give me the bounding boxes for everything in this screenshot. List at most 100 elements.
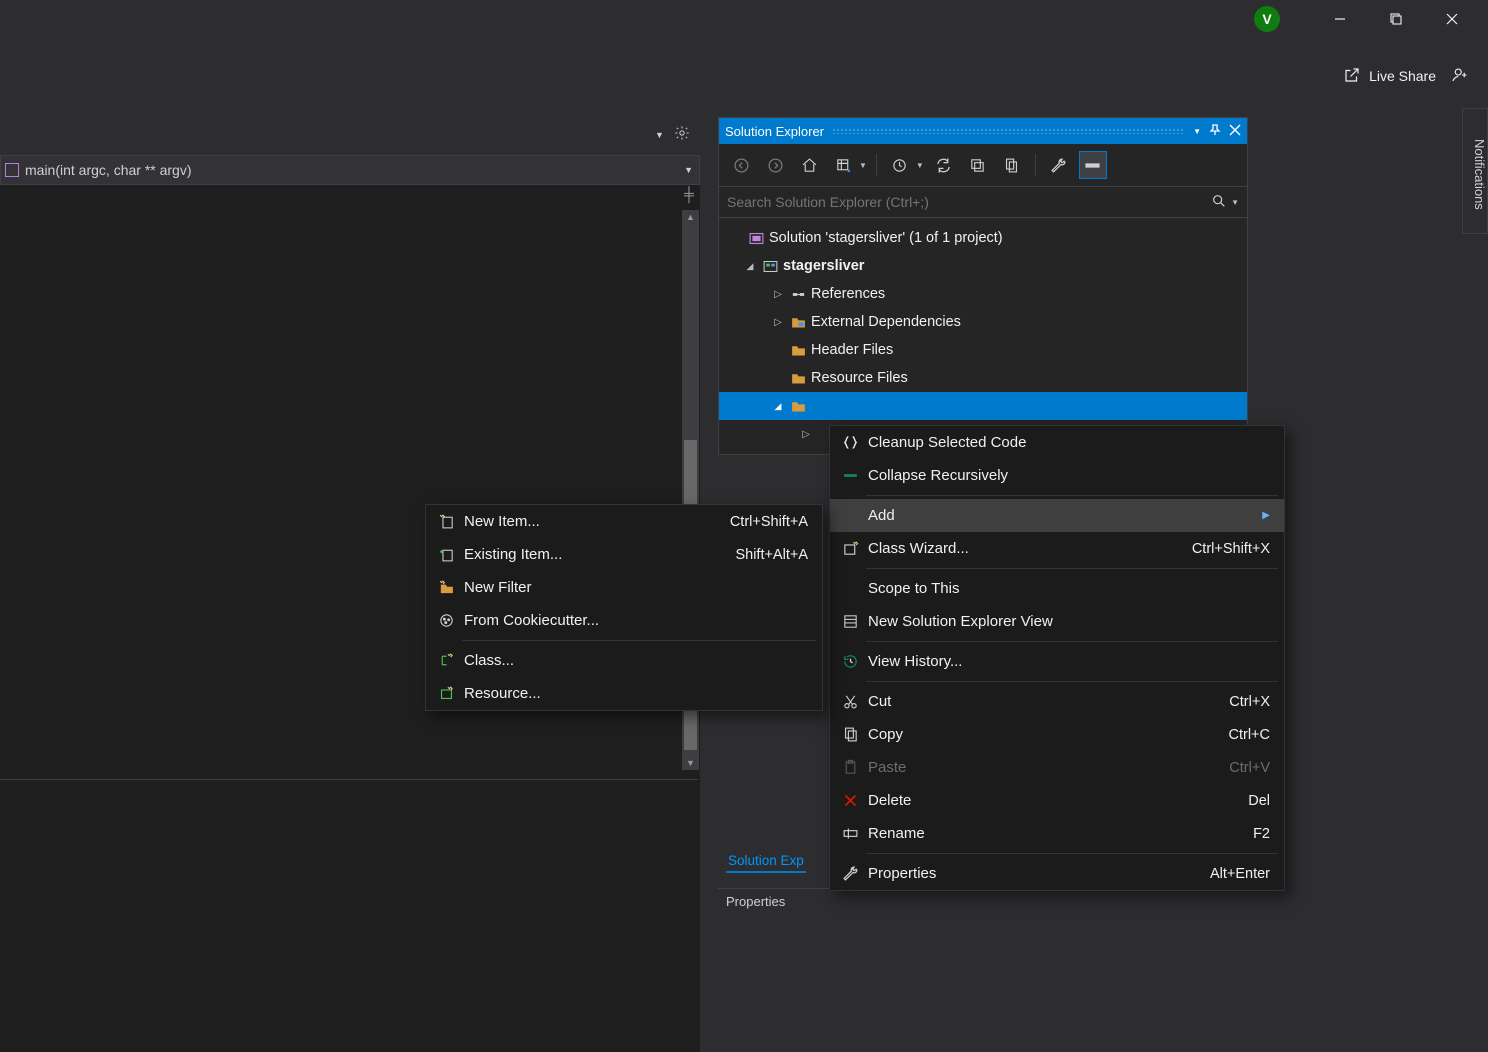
avatar[interactable]: V — [1254, 6, 1280, 32]
back-button[interactable] — [727, 151, 755, 179]
properties-button[interactable] — [1045, 151, 1073, 179]
menu-new-item[interactable]: New Item... Ctrl+Shift+A — [426, 505, 822, 538]
chevron-down-icon: ▼ — [684, 165, 693, 175]
menu-shortcut: Ctrl+X — [1229, 694, 1270, 710]
avatar-initial: V — [1262, 11, 1271, 27]
menu-shortcut: Ctrl+Shift+A — [730, 514, 808, 530]
menu-cleanup[interactable]: Cleanup Selected Code — [830, 426, 1284, 459]
gear-icon[interactable] — [674, 125, 690, 144]
folder-icon — [789, 397, 807, 415]
history-icon — [836, 653, 864, 670]
menu-label: Cut — [868, 693, 1201, 710]
home-button[interactable] — [795, 151, 823, 179]
menu-delete[interactable]: Delete Del — [830, 784, 1284, 817]
menu-copy[interactable]: Copy Ctrl+C — [830, 718, 1284, 751]
menu-label: From Cookiecutter... — [464, 612, 808, 629]
toolbar-right: Live Share — [1343, 60, 1468, 92]
submenu-arrow-icon: ▶ — [1262, 510, 1270, 521]
menu-label: Properties — [868, 865, 1182, 882]
search-input[interactable] — [727, 194, 1211, 210]
menu-classwizard[interactable]: Class Wizard... Ctrl+Shift+X — [830, 532, 1284, 565]
editor-navbar-combo[interactable]: main(int argc, char ** argv) ▼ — [0, 155, 700, 185]
menu-newview[interactable]: New Solution Explorer View — [830, 605, 1284, 638]
twisty-icon[interactable] — [771, 401, 785, 412]
preview-button[interactable] — [1079, 151, 1107, 179]
minimize-button[interactable] — [1314, 0, 1366, 38]
maximize-button[interactable] — [1370, 0, 1422, 38]
forward-button[interactable] — [761, 151, 789, 179]
feedback-icon[interactable] — [1450, 66, 1468, 87]
newview-icon — [836, 613, 864, 630]
live-share-label: Live Share — [1369, 68, 1436, 84]
tree-label: External Dependencies — [811, 314, 961, 330]
scroll-down-icon[interactable]: ▼ — [682, 758, 699, 768]
tree-source-files-selected[interactable] — [719, 392, 1247, 420]
menu-new-filter[interactable]: New Filter — [426, 571, 822, 604]
menu-cookiecutter[interactable]: From Cookiecutter... — [426, 604, 822, 637]
menu-collapse[interactable]: Collapse Recursively — [830, 459, 1284, 492]
solution-explorer-titlebar[interactable]: Solution Explorer ▼ — [719, 118, 1247, 144]
collapse-icon — [836, 467, 864, 484]
switch-views-button[interactable] — [829, 151, 857, 179]
notifications-tab[interactable]: Notifications — [1462, 108, 1488, 234]
live-share-button[interactable]: Live Share — [1343, 66, 1436, 87]
menu-paste[interactable]: Paste Ctrl+V — [830, 751, 1284, 784]
close-button[interactable] — [1426, 0, 1478, 38]
menu-existing-item[interactable]: Existing Item... Shift+Alt+A — [426, 538, 822, 571]
menu-shortcut: Shift+Alt+A — [735, 547, 808, 563]
split-icon[interactable]: ╪ — [680, 186, 698, 204]
pin-icon[interactable] — [1209, 124, 1221, 139]
cut-icon — [836, 693, 864, 710]
tree-headers[interactable]: Header Files — [719, 336, 1247, 364]
dropdown-icon[interactable]: ▼ — [916, 161, 924, 170]
tree-project[interactable]: stagersliver — [719, 252, 1247, 280]
properties-panel-title[interactable]: Properties — [718, 888, 1248, 914]
menu-shortcut: F2 — [1253, 826, 1270, 842]
grip-dots[interactable] — [832, 128, 1185, 134]
tree-label: Resource Files — [811, 370, 908, 386]
menu-class[interactable]: Class... — [426, 644, 822, 677]
toolbar-separator — [1035, 154, 1036, 176]
menu-label: Collapse Recursively — [868, 467, 1270, 484]
twisty-icon[interactable] — [799, 429, 813, 440]
menu-history[interactable]: View History... — [830, 645, 1284, 678]
folder-icon — [789, 341, 807, 359]
sync-button[interactable] — [930, 151, 958, 179]
menu-resource[interactable]: Resource... — [426, 677, 822, 710]
tree-solution[interactable]: Solution 'stagersliver' (1 of 1 project) — [719, 224, 1247, 252]
show-all-files-button[interactable] — [998, 151, 1026, 179]
menu-label: Paste — [868, 759, 1201, 776]
cube-icon — [5, 163, 19, 177]
menu-label: New Filter — [464, 579, 808, 596]
tree-label: Solution 'stagersliver' (1 of 1 project) — [769, 230, 1003, 246]
notifications-label: Notifications — [1472, 139, 1487, 210]
editor-divider — [0, 779, 698, 780]
dropdown-icon[interactable]: ▼ — [859, 161, 867, 170]
solution-explorer-title: Solution Explorer — [725, 124, 824, 139]
menu-properties[interactable]: Properties Alt+Enter — [830, 857, 1284, 890]
scroll-up-icon[interactable]: ▲ — [682, 212, 699, 222]
solution-icon — [747, 229, 765, 247]
twisty-icon[interactable] — [771, 317, 785, 328]
tree-external-deps[interactable]: External Dependencies — [719, 308, 1247, 336]
collapse-all-button[interactable] — [964, 151, 992, 179]
panel-menu-icon[interactable]: ▼ — [1193, 127, 1201, 136]
close-icon[interactable] — [1229, 124, 1241, 139]
menu-scope[interactable]: Scope to This — [830, 572, 1284, 605]
folder-ext-icon — [789, 313, 807, 331]
tree-references[interactable]: References — [719, 280, 1247, 308]
pending-changes-button[interactable] — [886, 151, 914, 179]
dropdown-icon[interactable]: ▼ — [1231, 198, 1239, 207]
editor-dropdown-icon[interactable]: ▼ — [655, 130, 664, 140]
tab-solution-explorer[interactable]: Solution Exp — [726, 849, 806, 873]
menu-rename[interactable]: Rename F2 — [830, 817, 1284, 850]
tree-resource-files[interactable]: Resource Files — [719, 364, 1247, 392]
twisty-icon[interactable] — [743, 261, 757, 272]
context-menu: Cleanup Selected Code Collapse Recursive… — [829, 425, 1285, 891]
twisty-icon[interactable] — [771, 289, 785, 300]
search-icon[interactable] — [1211, 193, 1227, 212]
menu-cut[interactable]: Cut Ctrl+X — [830, 685, 1284, 718]
menu-separator — [866, 681, 1278, 682]
copy-icon — [836, 726, 864, 743]
menu-add[interactable]: Add ▶ — [830, 499, 1284, 532]
